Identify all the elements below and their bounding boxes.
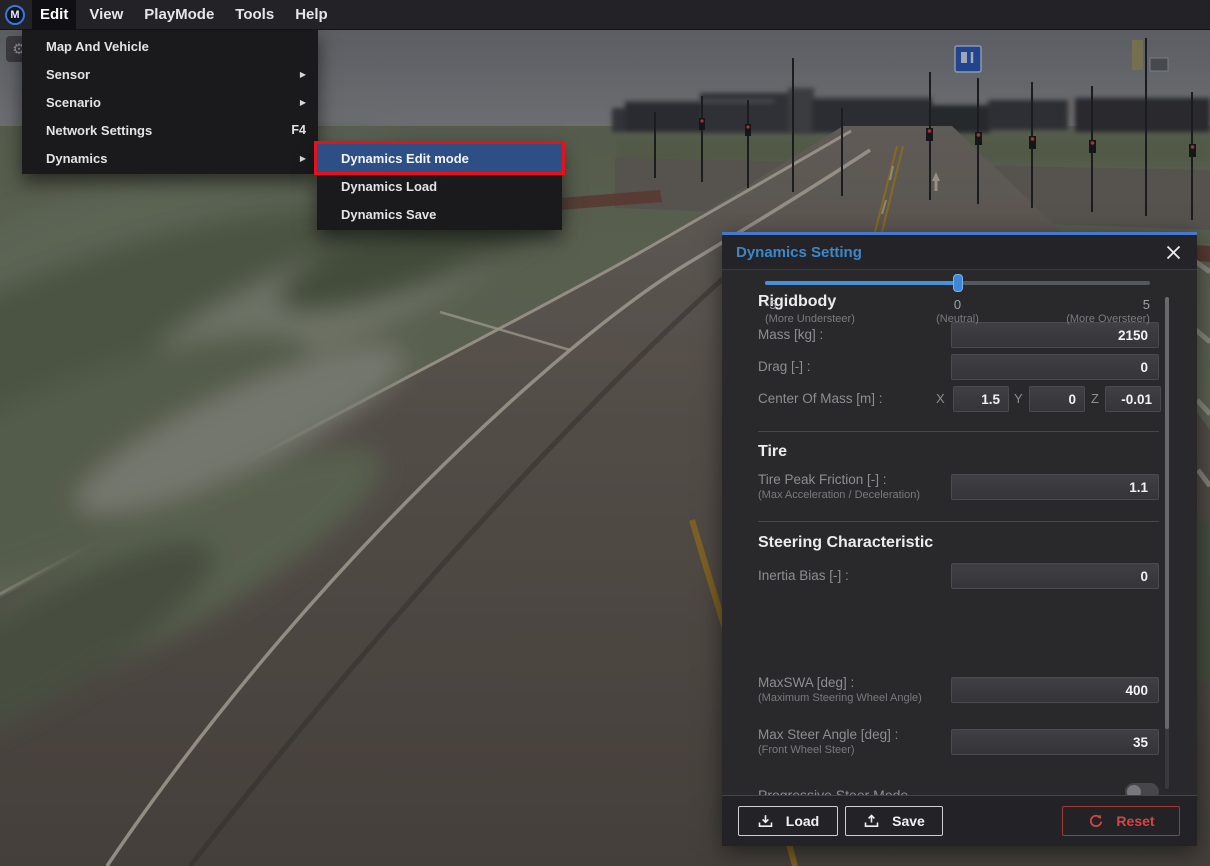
menu-item-help[interactable]: Help bbox=[287, 0, 336, 30]
menu-item-network-settings[interactable]: Network Settings F4 bbox=[22, 116, 318, 144]
com-x-input[interactable] bbox=[953, 386, 1009, 412]
inertia-bias-slider[interactable]: -5 (More Understeer) 0 (Neutral) 5 (More… bbox=[758, 273, 1159, 331]
shortcut-label: F4 bbox=[291, 123, 306, 137]
download-icon bbox=[757, 813, 774, 830]
load-button-label: Load bbox=[786, 813, 819, 829]
slider-handle[interactable] bbox=[953, 274, 963, 292]
menu-item-scenario[interactable]: Scenario ▶ bbox=[22, 88, 318, 116]
load-button[interactable]: Load bbox=[738, 806, 838, 836]
menu-item-playmode[interactable]: PlayMode bbox=[136, 0, 222, 30]
divider bbox=[758, 521, 1159, 522]
dialog-title: Dynamics Setting bbox=[736, 244, 1161, 261]
maxswa-input[interactable] bbox=[951, 677, 1159, 703]
com-x-axis-label: X bbox=[936, 386, 945, 412]
maxswa-row: MaxSWA [deg] : (Maximum Steering Wheel A… bbox=[758, 675, 1159, 709]
save-button-label: Save bbox=[892, 813, 925, 829]
inertia-bias-input[interactable] bbox=[951, 563, 1159, 589]
menu-item-map-and-vehicle[interactable]: Map And Vehicle bbox=[22, 32, 318, 60]
slider-max-caption: (More Oversteer) bbox=[1022, 312, 1150, 326]
center-of-mass-row: Center Of Mass [m] : X Y Z bbox=[758, 386, 1159, 412]
com-z-axis-label: Z bbox=[1091, 386, 1099, 412]
submenu-item-dynamics-save[interactable]: Dynamics Save bbox=[317, 200, 562, 228]
menu-item-tools[interactable]: Tools bbox=[227, 0, 282, 30]
slider-mid-caption: (Neutral) bbox=[893, 312, 1021, 326]
section-heading-tire: Tire bbox=[758, 443, 787, 461]
app-logo-icon: M bbox=[5, 5, 25, 25]
submenu-arrow-icon: ▶ bbox=[300, 154, 306, 163]
divider bbox=[758, 431, 1159, 432]
slider-min-value: -5 bbox=[765, 297, 893, 312]
upload-icon bbox=[863, 813, 880, 830]
slider-labels: -5 (More Understeer) 0 (Neutral) 5 (More… bbox=[765, 297, 1150, 326]
com-y-input[interactable] bbox=[1029, 386, 1085, 412]
dynamics-submenu: Dynamics Edit mode Dynamics Load Dynamic… bbox=[317, 142, 562, 230]
max-steer-angle-row: Max Steer Angle [deg] : (Front Wheel Ste… bbox=[758, 727, 1159, 761]
close-icon bbox=[1166, 245, 1181, 260]
submenu-arrow-icon: ▶ bbox=[300, 98, 306, 107]
dialog-body: Rigidbody Mass [kg] : Drag [-] : Center … bbox=[722, 273, 1197, 798]
slider-min-caption: (More Understeer) bbox=[765, 312, 893, 326]
menu-item-view[interactable]: View bbox=[81, 0, 131, 30]
edit-menu: Map And Vehicle Sensor ▶ Scenario ▶ Netw… bbox=[22, 30, 318, 174]
dialog-header: Dynamics Setting bbox=[722, 235, 1197, 270]
drag-row: Drag [-] : bbox=[758, 354, 1159, 380]
drag-input[interactable] bbox=[951, 354, 1159, 380]
submenu-arrow-icon: ▶ bbox=[300, 70, 306, 79]
dynamics-setting-dialog: Dynamics Setting Rigidbody Mass [kg] : D… bbox=[722, 232, 1197, 846]
max-steer-angle-input[interactable] bbox=[951, 729, 1159, 755]
reset-button-label: Reset bbox=[1116, 813, 1154, 829]
com-z-input[interactable] bbox=[1105, 386, 1161, 412]
close-button[interactable] bbox=[1161, 240, 1185, 264]
menu-item-sensor[interactable]: Sensor ▶ bbox=[22, 60, 318, 88]
reset-icon bbox=[1087, 813, 1104, 830]
submenu-item-dynamics-load[interactable]: Dynamics Load bbox=[317, 172, 562, 200]
dialog-footer: Load Save Reset bbox=[722, 795, 1197, 846]
tire-friction-row: Tire Peak Friction [-] : (Max Accelerati… bbox=[758, 472, 1159, 506]
reset-button[interactable]: Reset bbox=[1062, 806, 1180, 836]
slider-mid-value: 0 bbox=[893, 297, 1021, 312]
inertia-bias-row: Inertia Bias [-] : bbox=[758, 563, 1159, 589]
scrollbar-thumb[interactable] bbox=[1165, 297, 1169, 729]
com-y-axis-label: Y bbox=[1014, 386, 1023, 412]
tire-friction-input[interactable] bbox=[951, 474, 1159, 500]
menu-item-edit[interactable]: Edit bbox=[32, 0, 76, 30]
save-button[interactable]: Save bbox=[845, 806, 943, 836]
slider-max-value: 5 bbox=[1022, 297, 1150, 312]
menu-bar: M Edit View PlayMode Tools Help bbox=[0, 0, 1210, 30]
slider-track[interactable] bbox=[765, 281, 1150, 285]
menu-item-dynamics[interactable]: Dynamics ▶ bbox=[22, 144, 318, 172]
submenu-item-dynamics-edit-mode[interactable]: Dynamics Edit mode bbox=[317, 144, 562, 172]
section-heading-steering: Steering Characteristic bbox=[758, 534, 933, 552]
dialog-scrollbar[interactable] bbox=[1165, 297, 1169, 789]
slider-fill bbox=[765, 281, 958, 285]
